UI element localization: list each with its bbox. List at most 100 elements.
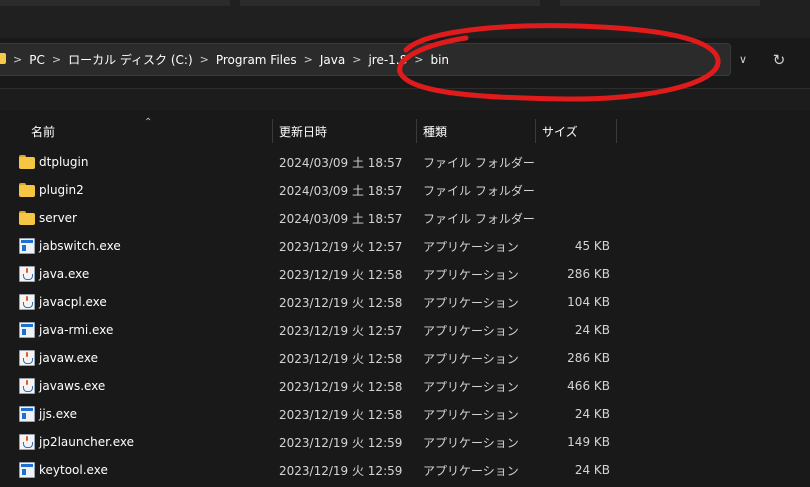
file-size: 24 KB (574, 463, 610, 477)
file-type: アプリケーション (423, 323, 519, 338)
file-type: ファイル フォルダー (423, 155, 535, 170)
java-icon (19, 350, 35, 366)
application-icon (19, 462, 35, 478)
file-name: keytool.exe (39, 463, 108, 477)
file-size: 466 KB (567, 379, 610, 393)
chevron-right-icon[interactable]: > (349, 53, 364, 66)
column-divider[interactable] (416, 119, 417, 143)
file-type: アプリケーション (423, 407, 519, 422)
folder-location-icon (0, 53, 6, 64)
file-date: 2023/12/19 火 12:58 (279, 379, 403, 394)
file-size: 286 KB (567, 351, 610, 365)
file-type: アプリケーション (423, 379, 519, 394)
column-divider[interactable] (535, 119, 536, 143)
breadcrumb-item-program-files[interactable]: Program Files (212, 53, 301, 67)
application-icon (19, 322, 35, 338)
chevron-right-icon[interactable]: > (301, 53, 316, 66)
file-size: 24 KB (574, 323, 610, 337)
file-row[interactable]: keytool.exe 2023/12/19 火 12:59 アプリケーション 24 … (0, 456, 810, 484)
column-header-name[interactable]: 名前 (31, 117, 55, 145)
column-header-date[interactable]: 更新日時 (279, 117, 327, 145)
file-row[interactable]: javaws.exe 2023/12/19 火 12:58 アプリケーション 466 … (0, 372, 810, 400)
java-icon (19, 378, 35, 394)
application-icon (19, 406, 35, 422)
column-header-size[interactable]: サイズ (542, 117, 578, 145)
file-date: 2023/12/19 火 12:58 (279, 295, 403, 310)
folder-icon (19, 210, 35, 226)
file-name: jabswitch.exe (39, 239, 121, 253)
java-icon (19, 266, 35, 282)
column-divider[interactable] (272, 119, 273, 143)
file-type: アプリケーション (423, 463, 519, 478)
title-bar-area (0, 0, 810, 38)
file-name: server (39, 211, 77, 225)
column-divider[interactable] (616, 119, 617, 143)
file-name: jjs.exe (39, 407, 78, 421)
file-row[interactable]: javacpl.exe 2023/12/19 火 12:58 アプリケーション 104… (0, 288, 810, 316)
file-row[interactable]: jjs.exe 2023/12/19 火 12:58 アプリケーション 24 KB (0, 400, 810, 428)
refresh-icon[interactable]: ↻ (768, 43, 790, 76)
file-size (540, 176, 610, 204)
file-size: 149 KB (567, 435, 610, 449)
file-date: 2023/12/19 火 12:58 (279, 407, 403, 422)
file-size: 286 KB (567, 267, 610, 281)
breadcrumb-item-java[interactable]: Java (316, 53, 349, 67)
application-icon (19, 238, 35, 254)
file-name: java.exe (39, 267, 90, 281)
breadcrumb-item-pc[interactable]: PC (25, 53, 49, 67)
folder-icon (19, 182, 35, 198)
file-date: 2023/12/19 火 12:58 (279, 351, 403, 366)
chevron-right-icon[interactable]: > (411, 53, 426, 66)
command-bar (0, 89, 810, 111)
file-date: 2023/12/19 火 12:59 (279, 463, 403, 478)
file-type: ファイル フォルダー (423, 211, 535, 226)
chevron-right-icon[interactable]: > (197, 53, 212, 66)
file-name: plugin2 (39, 183, 84, 197)
chevron-down-icon[interactable]: ∨ (733, 43, 753, 76)
file-row[interactable]: java.exe 2023/12/19 火 12:58 アプリケーション 286 KB (0, 260, 810, 288)
file-date: 2024/03/09 土 18:57 (279, 155, 403, 170)
chevron-right-icon[interactable]: > (10, 53, 25, 66)
file-row[interactable]: javaw.exe 2023/12/19 火 12:58 アプリケーション 286 K… (0, 344, 810, 372)
file-date: 2024/03/09 土 18:57 (279, 183, 403, 198)
file-type: アプリケーション (423, 239, 519, 254)
file-row[interactable]: java-rmi.exe 2023/12/19 火 12:57 アプリケーション 24… (0, 316, 810, 344)
breadcrumb: > PC > ローカル ディスク (C:) > Program Files > … (10, 43, 453, 76)
file-date: 2023/12/19 火 12:57 (279, 239, 403, 254)
breadcrumb-item-jre[interactable]: jre-1.8 (364, 53, 411, 67)
file-type: アプリケーション (423, 435, 519, 450)
file-type: アプリケーション (423, 267, 519, 282)
file-row[interactable]: jp2launcher.exe 2023/12/19 火 12:59 アプリケーショ… (0, 428, 810, 456)
file-type: ファイル フォルダー (423, 183, 535, 198)
folder-icon (19, 154, 35, 170)
column-header-row: 名前 更新日時 種類 サイズ (0, 117, 810, 145)
file-name: javaws.exe (39, 379, 106, 393)
file-list: dtplugin 2024/03/09 土 18:57 ファイル フォルダー plug… (0, 148, 810, 484)
file-size (540, 204, 610, 232)
file-name: jp2launcher.exe (39, 435, 135, 449)
file-name: javaw.exe (39, 351, 98, 365)
file-type: アプリケーション (423, 295, 519, 310)
breadcrumb-item-local-disk[interactable]: ローカル ディスク (C:) (64, 51, 197, 68)
file-row[interactable]: plugin2 2024/03/09 土 18:57 ファイル フォルダー (0, 176, 810, 204)
file-size: 104 KB (567, 295, 610, 309)
file-size: 24 KB (574, 407, 610, 421)
tab-strip-segment (240, 0, 540, 6)
file-size (540, 148, 610, 176)
java-icon (19, 434, 35, 450)
file-row[interactable]: jabswitch.exe 2023/12/19 火 12:57 アプリケーション 4… (0, 232, 810, 260)
tab-strip-segment (0, 0, 230, 6)
file-row[interactable]: dtplugin 2024/03/09 土 18:57 ファイル フォルダー (0, 148, 810, 176)
file-date: 2023/12/19 火 12:58 (279, 267, 403, 282)
file-row[interactable]: server 2024/03/09 土 18:57 ファイル フォルダー (0, 204, 810, 232)
file-name: java-rmi.exe (39, 323, 114, 337)
file-name: javacpl.exe (39, 295, 107, 309)
column-header-type[interactable]: 種類 (423, 117, 447, 145)
breadcrumb-item-bin[interactable]: bin (426, 53, 453, 67)
chevron-right-icon[interactable]: > (49, 53, 64, 66)
java-icon (19, 294, 35, 310)
file-date: 2023/12/19 火 12:57 (279, 323, 403, 338)
file-type: アプリケーション (423, 351, 519, 366)
file-name: dtplugin (39, 155, 89, 169)
file-size: 45 KB (574, 239, 610, 253)
